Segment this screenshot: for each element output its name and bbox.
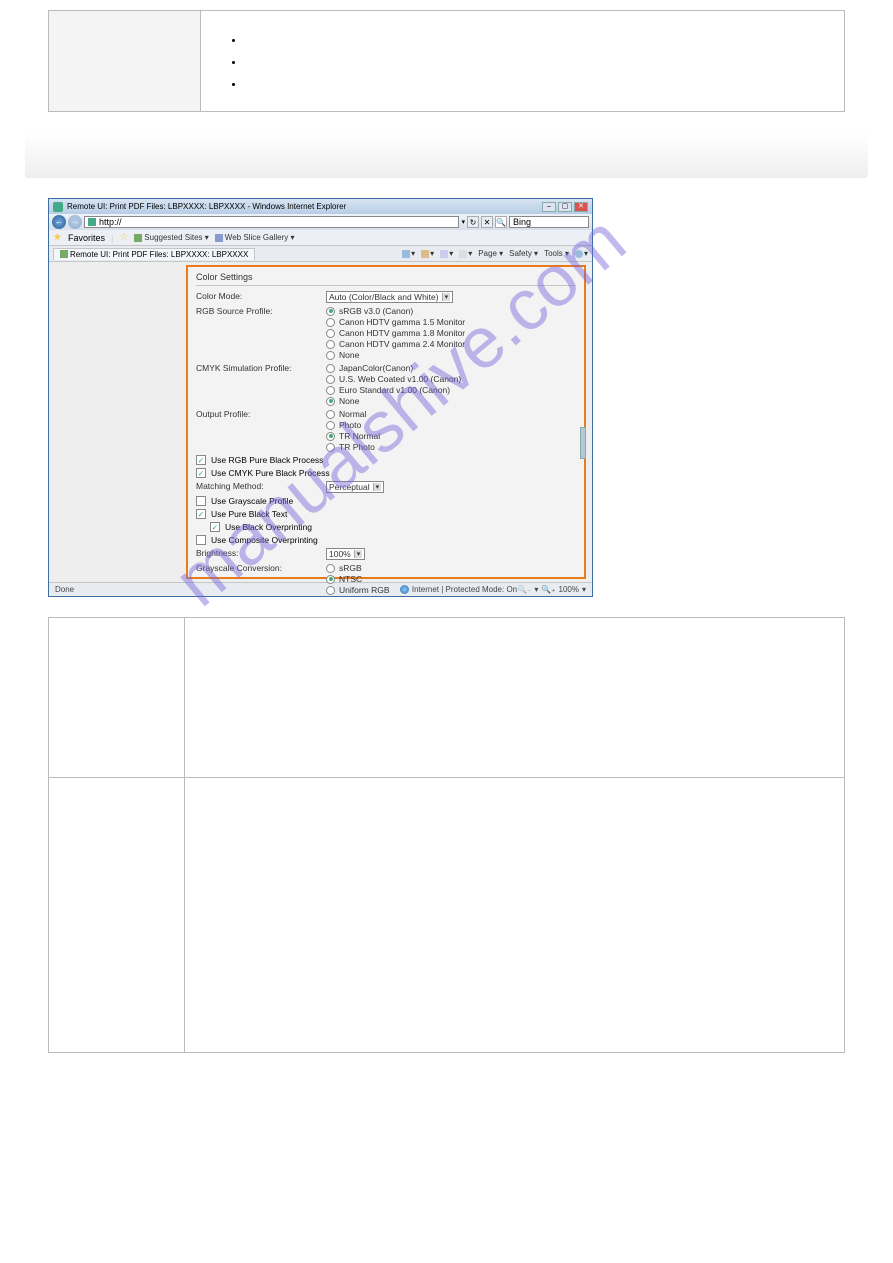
url-text: http://	[99, 217, 122, 227]
chk-cmyk-pure-black-row: Use CMYK Pure Black Process	[196, 468, 576, 478]
zoom-dropdown-icon[interactable]: ▾	[582, 585, 586, 594]
radio-out-photo[interactable]	[326, 421, 335, 430]
tools-menu[interactable]: Tools ▾	[544, 249, 569, 258]
page-content: Color Settings Color Mode: Auto (Color/B…	[49, 262, 592, 582]
radio-rgb-none[interactable]	[326, 351, 335, 360]
left-navigation-pane	[49, 262, 186, 582]
bottom-info-table	[48, 617, 845, 1053]
add-favorite-icon[interactable]: ☆	[119, 232, 128, 243]
radio-out-trnormal[interactable]	[326, 432, 335, 441]
chk-grayscale-profile-row: Use Grayscale Profile	[196, 496, 576, 506]
link-icon	[134, 234, 142, 242]
color-mode-label: Color Mode:	[196, 291, 326, 303]
link-icon	[215, 234, 223, 242]
search-engine-label: Bing	[513, 217, 531, 227]
refresh-button[interactable]: ↻	[467, 216, 479, 228]
output-profile-group: Normal Photo TR Normal TR Photo	[326, 409, 576, 452]
brightness-label: Brightness:	[196, 548, 326, 560]
radio-rgb-hdtv24[interactable]	[326, 340, 335, 349]
section-divider-bar	[25, 132, 868, 178]
suggested-sites-link[interactable]: Suggested Sites ▾	[134, 233, 209, 242]
chevron-down-icon: ▾	[354, 550, 363, 558]
matching-method-label: Matching Method:	[196, 481, 326, 493]
bullet-item	[245, 79, 830, 87]
zoom-out-icon[interactable]: 🔍₋	[517, 585, 531, 594]
stop-button[interactable]: ✕	[481, 216, 493, 228]
chk-pure-black-text[interactable]	[196, 509, 206, 519]
favorites-star-icon[interactable]: ★	[53, 232, 62, 243]
radio-rgb-srgb[interactable]	[326, 307, 335, 316]
radio-gray-uniform[interactable]	[326, 586, 335, 595]
favorites-label[interactable]: Favorites	[68, 233, 105, 243]
chk-rgb-pure-black-row: Use RGB Pure Black Process	[196, 455, 576, 465]
back-button[interactable]: ←	[52, 215, 66, 229]
tab-bar: Remote UI: Print PDF Files: LBPXXXX: LBP…	[49, 246, 592, 262]
tab-favicon	[60, 250, 68, 258]
scrollbar-thumb[interactable]	[580, 427, 586, 459]
panel-title: Color Settings	[196, 269, 576, 286]
chk-pure-black-text-row: Use Pure Black Text	[196, 509, 576, 519]
grayscale-conv-label: Grayscale Conversion:	[196, 563, 326, 595]
feeds-button[interactable]: ▾	[421, 249, 434, 258]
rgb-source-profile-group: sRGB v3.0 (Canon) Canon HDTV gamma 1.5 M…	[326, 306, 576, 360]
chk-black-overprint[interactable]	[210, 522, 220, 532]
radio-rgb-hdtv18[interactable]	[326, 329, 335, 338]
chevron-down-icon: ▾	[442, 293, 451, 301]
radio-rgb-hdtv15[interactable]	[326, 318, 335, 327]
cmyk-sim-profile-label: CMYK Simulation Profile:	[196, 363, 326, 406]
radio-out-normal[interactable]	[326, 410, 335, 419]
maximize-button[interactable]: ▢	[558, 202, 572, 212]
bullet-item	[245, 57, 830, 65]
web-slice-link[interactable]: Web Slice Gallery ▾	[215, 233, 295, 242]
safety-menu[interactable]: Safety ▾	[509, 249, 538, 258]
radio-cmyk-none[interactable]	[326, 397, 335, 406]
chk-composite-overprint[interactable]	[196, 535, 206, 545]
matching-method-dropdown[interactable]: Perceptual▾	[326, 481, 384, 493]
minimize-button[interactable]: –	[542, 202, 556, 212]
chevron-down-icon: ▾	[373, 483, 382, 491]
home-button[interactable]: ▾	[402, 249, 415, 258]
radio-out-trphoto[interactable]	[326, 443, 335, 452]
cmyk-sim-profile-group: JapanColor(Canon) U.S. Web Coated v1.00 …	[326, 363, 576, 406]
address-bar[interactable]: http://	[84, 216, 459, 228]
tab-title: Remote UI: Print PDF Files: LBPXXXX: LBP…	[70, 250, 248, 259]
search-box[interactable]: Bing	[509, 216, 589, 228]
titlebar: Remote UI: Print PDF Files: LBPXXXX: LBP…	[49, 199, 592, 214]
favorites-bar: ★ Favorites | ☆ Suggested Sites ▾ Web Sl…	[49, 230, 592, 246]
close-button[interactable]: ✕	[574, 202, 588, 212]
forward-button[interactable]: →	[68, 215, 82, 229]
chk-cmyk-pure-black[interactable]	[196, 468, 206, 478]
chk-composite-overprint-row: Use Composite Overprinting	[196, 535, 576, 545]
radio-gray-srgb[interactable]	[326, 564, 335, 573]
color-settings-panel: Color Settings Color Mode: Auto (Color/B…	[186, 265, 586, 579]
bullet-item	[245, 35, 830, 43]
browser-tab[interactable]: Remote UI: Print PDF Files: LBPXXXX: LBP…	[53, 248, 255, 260]
bullet-list	[245, 35, 830, 87]
browser-window: Remote UI: Print PDF Files: LBPXXXX: LBP…	[48, 198, 593, 597]
color-mode-dropdown[interactable]: Auto (Color/Black and White)▾	[326, 291, 453, 303]
radio-cmyk-japan[interactable]	[326, 364, 335, 373]
window-title: Remote UI: Print PDF Files: LBPXXXX: LBP…	[67, 202, 542, 211]
radio-gray-ntsc[interactable]	[326, 575, 335, 584]
help-button[interactable]: ▾	[575, 249, 588, 258]
search-provider-button[interactable]: 🔍	[495, 216, 507, 228]
print-button[interactable]: ▾	[459, 249, 472, 258]
grayscale-conv-group: sRGB NTSC Uniform RGB	[326, 563, 576, 595]
chk-grayscale-profile[interactable]	[196, 496, 206, 506]
top-info-table	[48, 10, 845, 112]
output-profile-label: Output Profile:	[196, 409, 326, 452]
nav-toolbar: ← → http:// ▾ ↻ ✕ 🔍 Bing	[49, 214, 592, 230]
radio-cmyk-usweb[interactable]	[326, 375, 335, 384]
chk-black-overprint-row: Use Black Overprinting	[210, 522, 576, 532]
rgb-source-profile-label: RGB Source Profile:	[196, 306, 326, 360]
site-icon	[88, 218, 96, 226]
chk-rgb-pure-black[interactable]	[196, 455, 206, 465]
app-icon	[53, 202, 63, 212]
brightness-dropdown[interactable]: 100%▾	[326, 548, 365, 560]
page-menu[interactable]: Page ▾	[478, 249, 503, 258]
radio-cmyk-euro[interactable]	[326, 386, 335, 395]
mail-button[interactable]: ▾	[440, 249, 453, 258]
